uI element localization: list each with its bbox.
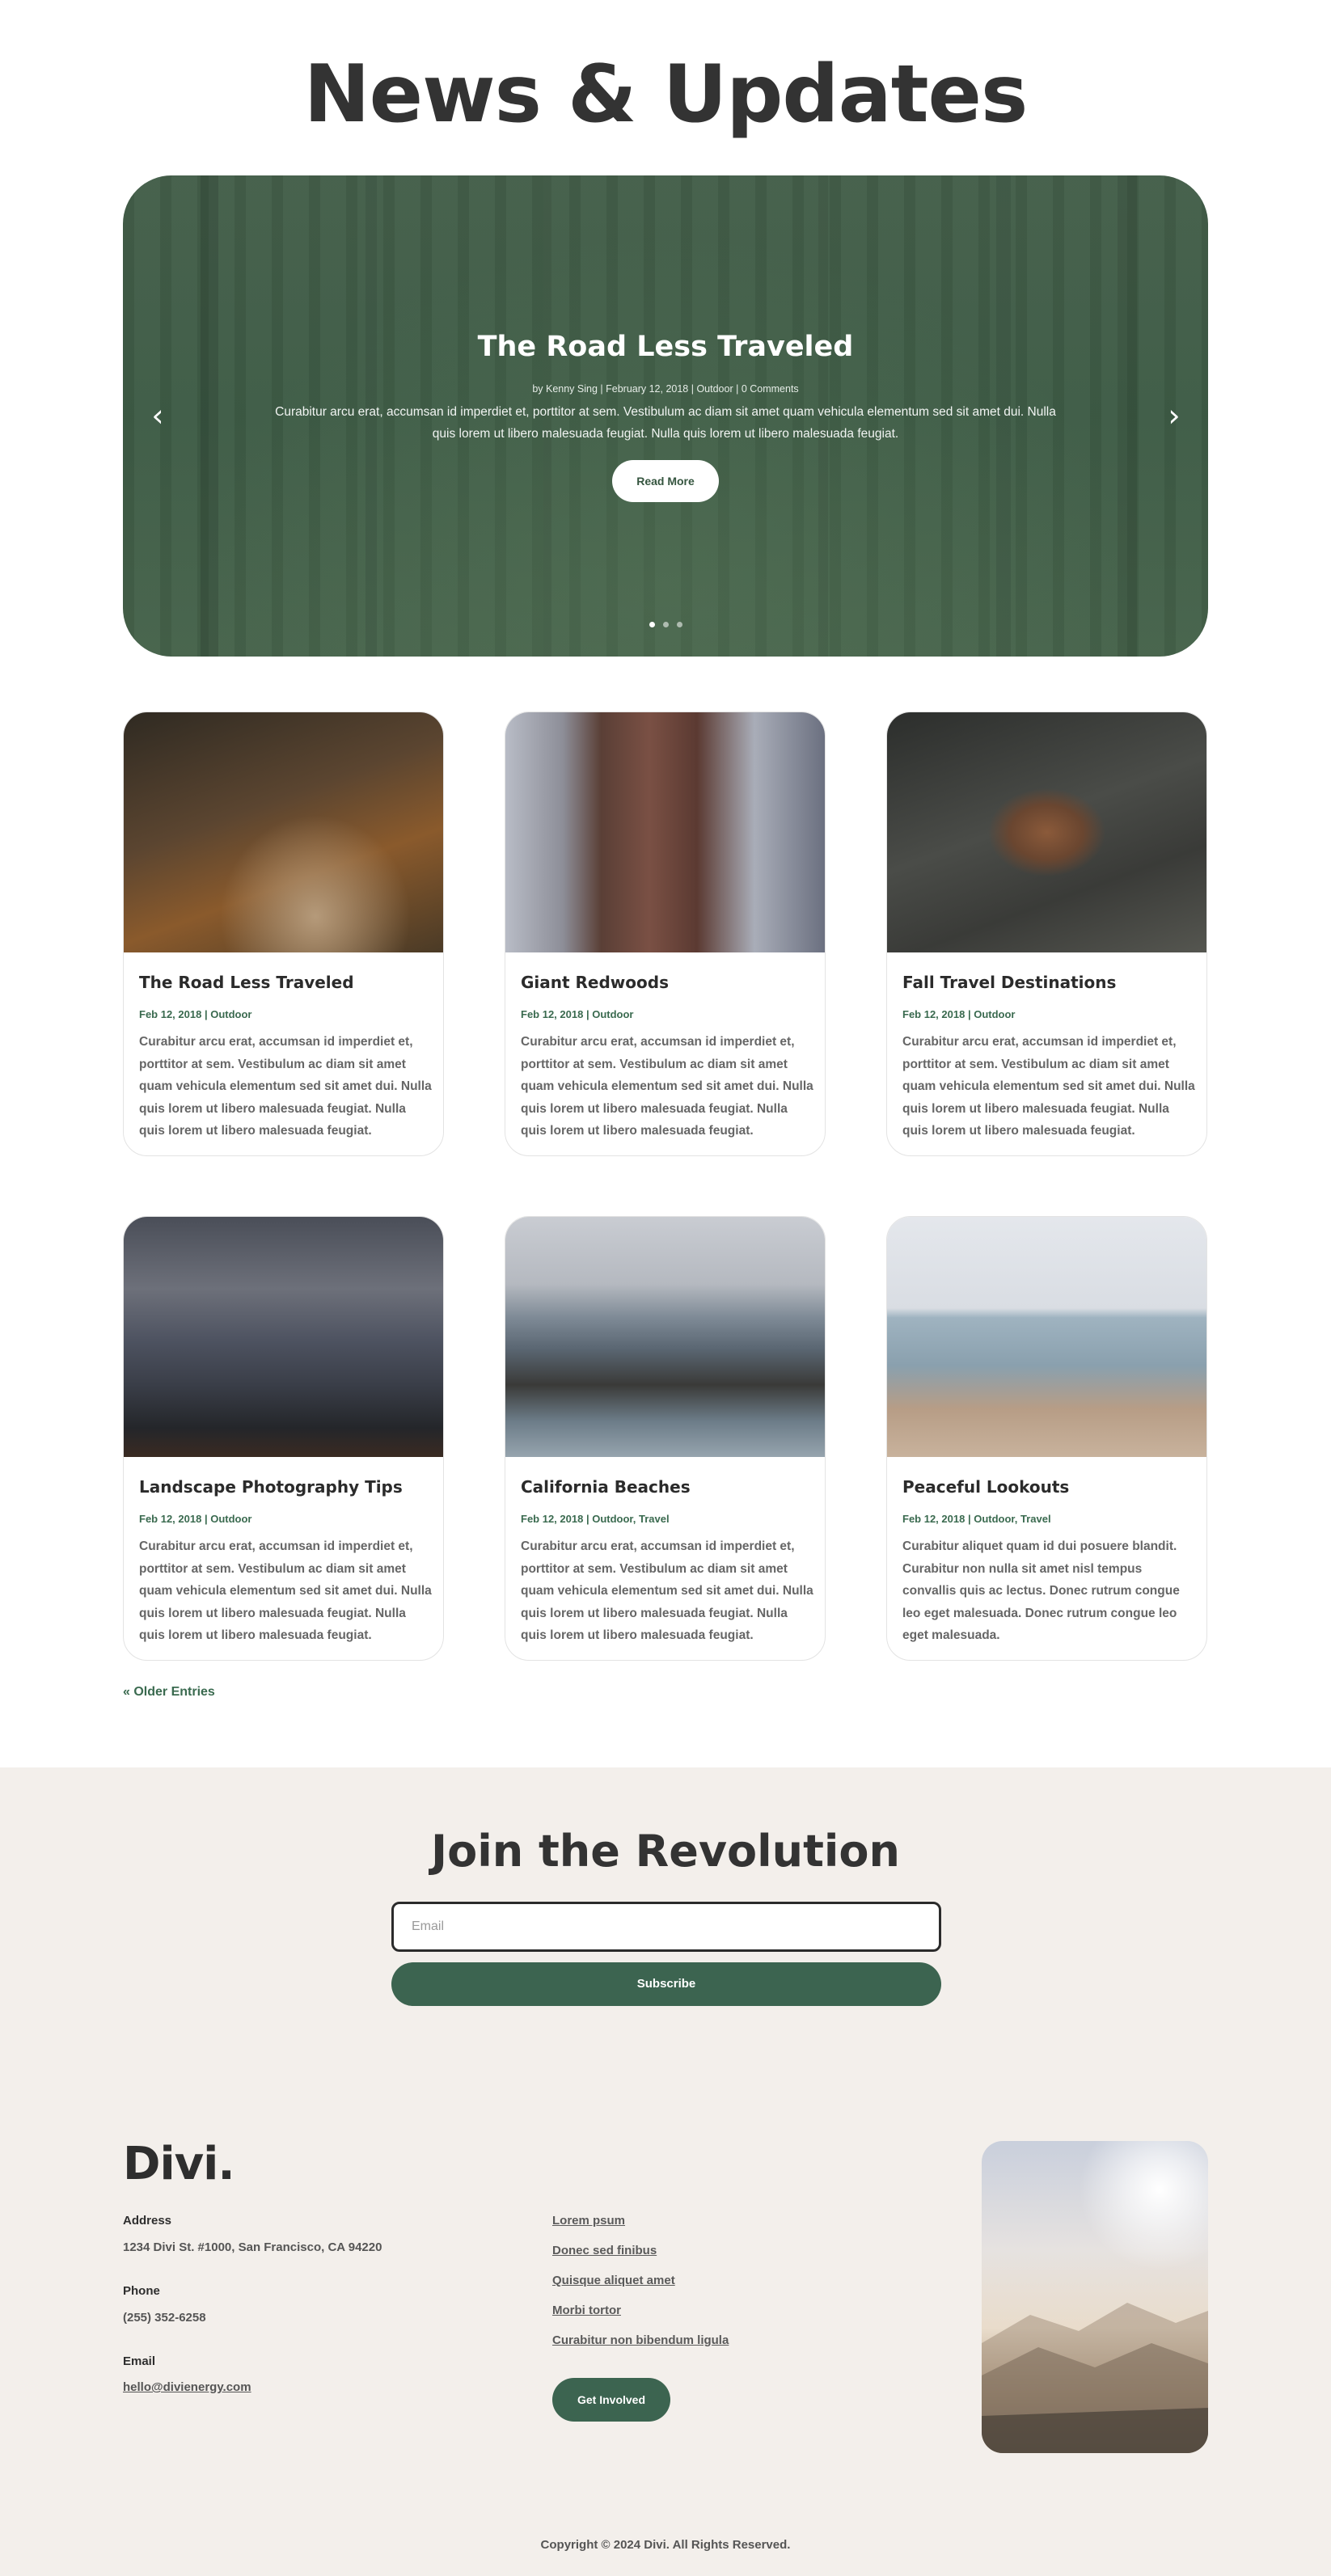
get-involved-button[interactable]: Get Involved: [552, 2378, 670, 2422]
featured-slider: ‹ › The Road Less Traveled by Kenny Sing…: [123, 175, 1208, 657]
post-excerpt: Curabitur arcu erat, accumsan id imperdi…: [521, 1539, 813, 1642]
footer-logo[interactable]: Divi.: [123, 2138, 235, 2190]
post-thumbnail[interactable]: [124, 1217, 443, 1457]
post-date: Feb 12, 2018: [902, 1008, 966, 1020]
post-thumbnail[interactable]: [887, 712, 1206, 952]
slide-title[interactable]: The Road Less Traveled: [123, 331, 1208, 363]
post-title[interactable]: Landscape Photography Tips: [139, 1477, 403, 1497]
post-card[interactable]: The Road Less Traveled Feb 12, 2018 | Ou…: [123, 712, 444, 1156]
older-entries-link[interactable]: « Older Entries: [123, 1685, 215, 1700]
slider-dot-2[interactable]: [663, 622, 669, 627]
post-categories[interactable]: Outdoor, Travel: [592, 1513, 669, 1525]
footer-link[interactable]: Lorem psum: [552, 2214, 729, 2228]
address-label: Address: [123, 2214, 172, 2228]
footer-link[interactable]: Morbi tortor: [552, 2304, 729, 2317]
post-date: Feb 12, 2018: [521, 1008, 584, 1020]
post-card[interactable]: Landscape Photography Tips Feb 12, 2018 …: [123, 1216, 444, 1661]
slider-pagination: [649, 622, 682, 627]
footer-link[interactable]: Quisque aliquet amet: [552, 2274, 729, 2287]
email-label: Email: [123, 2354, 156, 2368]
phone-label: Phone: [123, 2284, 160, 2298]
post-excerpt: Curabitur arcu erat, accumsan id imperdi…: [139, 1539, 432, 1642]
post-title[interactable]: Giant Redwoods: [521, 973, 669, 992]
post-date: Feb 12, 2018: [521, 1513, 584, 1525]
footer-link[interactable]: Donec sed finibus: [552, 2244, 729, 2257]
post-meta: Feb 12, 2018 | Outdoor: [139, 1008, 252, 1020]
post-meta: Feb 12, 2018 | Outdoor, Travel: [521, 1513, 670, 1525]
post-excerpt: Curabitur arcu erat, accumsan id imperdi…: [902, 1035, 1195, 1138]
slide-excerpt: Curabitur arcu erat, accumsan id imperdi…: [275, 405, 1056, 441]
post-meta: Feb 12, 2018 | Outdoor: [139, 1513, 252, 1525]
post-title[interactable]: Fall Travel Destinations: [902, 973, 1116, 992]
slide-content: The Road Less Traveled by Kenny Sing | F…: [123, 175, 1208, 657]
footer-link[interactable]: Curabitur non bibendum ligula: [552, 2333, 729, 2347]
post-card[interactable]: California Beaches Feb 12, 2018 | Outdoo…: [505, 1216, 826, 1661]
footer-links: Lorem psum Donec sed finibus Quisque ali…: [552, 2214, 729, 2363]
page-title: News & Updates: [303, 49, 1029, 141]
post-thumbnail[interactable]: [887, 1217, 1206, 1457]
subscribe-button[interactable]: Subscribe: [391, 1962, 941, 2006]
post-categories[interactable]: Outdoor: [210, 1513, 251, 1525]
email-input[interactable]: [391, 1902, 941, 1952]
post-date: Feb 12, 2018: [139, 1008, 202, 1020]
post-categories[interactable]: Outdoor, Travel: [974, 1513, 1050, 1525]
mountains-icon: [982, 2303, 1208, 2453]
post-thumbnail[interactable]: [505, 712, 825, 952]
slide-meta: by Kenny Sing | February 12, 2018 | Outd…: [532, 383, 799, 395]
page: News & Updates ‹ › The Road Less Travele…: [0, 0, 1331, 2576]
post-title[interactable]: The Road Less Traveled: [139, 973, 354, 992]
post-excerpt: Curabitur arcu erat, accumsan id imperdi…: [139, 1035, 432, 1138]
post-categories[interactable]: Outdoor: [974, 1008, 1015, 1020]
post-thumbnail[interactable]: [124, 712, 443, 952]
post-excerpt: Curabitur aliquet quam id dui posuere bl…: [902, 1539, 1180, 1642]
read-more-button[interactable]: Read More: [612, 460, 719, 502]
footer-landscape-image: [982, 2141, 1208, 2453]
post-categories[interactable]: Outdoor: [592, 1008, 633, 1020]
post-thumbnail[interactable]: [505, 1217, 825, 1457]
post-meta: Feb 12, 2018 | Outdoor: [902, 1008, 1016, 1020]
post-title[interactable]: California Beaches: [521, 1477, 691, 1497]
post-excerpt: Curabitur arcu erat, accumsan id imperdi…: [521, 1035, 813, 1138]
post-card[interactable]: Peaceful Lookouts Feb 12, 2018 | Outdoor…: [886, 1216, 1207, 1661]
slider-dot-3[interactable]: [677, 622, 682, 627]
post-meta: Feb 12, 2018 | Outdoor: [521, 1008, 634, 1020]
post-card[interactable]: Fall Travel Destinations Feb 12, 2018 | …: [886, 712, 1207, 1156]
post-date: Feb 12, 2018: [902, 1513, 966, 1525]
post-date: Feb 12, 2018: [139, 1513, 202, 1525]
post-meta: Feb 12, 2018 | Outdoor, Travel: [902, 1513, 1051, 1525]
post-card[interactable]: Giant Redwoods Feb 12, 2018 | Outdoor Cu…: [505, 712, 826, 1156]
slider-dot-1[interactable]: [649, 622, 655, 627]
post-categories[interactable]: Outdoor: [210, 1008, 251, 1020]
newsletter-title: Join the Revolution: [431, 1826, 900, 1877]
post-title[interactable]: Peaceful Lookouts: [902, 1477, 1069, 1497]
phone-value: (255) 352-6258: [123, 2311, 206, 2325]
email-link[interactable]: hello@divienergy.com: [123, 2380, 251, 2394]
address-value: 1234 Divi St. #1000, San Francisco, CA 9…: [123, 2240, 382, 2254]
copyright: Copyright © 2024 Divi. All Rights Reserv…: [540, 2538, 791, 2552]
